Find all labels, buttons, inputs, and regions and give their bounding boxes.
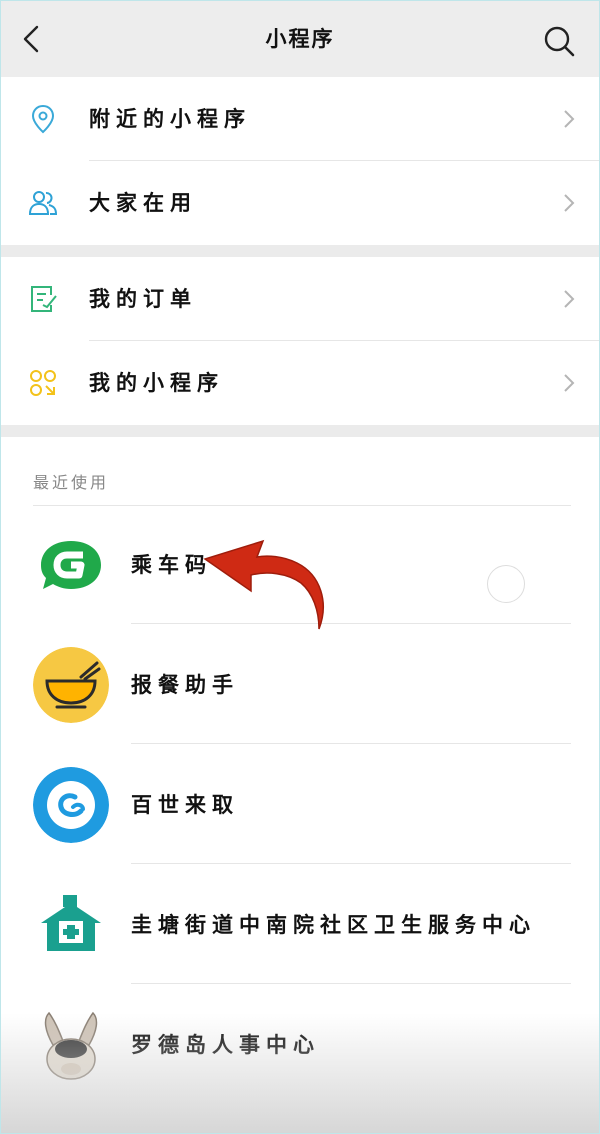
bus-code-app-icon: [41, 541, 101, 589]
app-item-meal-assistant[interactable]: 报餐助手: [1, 625, 599, 745]
section-gap: [1, 245, 599, 257]
top-navigation-bar: 小程序: [1, 1, 599, 77]
menu-label: 附近的小程序: [89, 107, 251, 131]
app-name: 百世来取: [131, 793, 239, 817]
search-icon: [544, 26, 575, 57]
rabbit-avatar-app-icon: [44, 1011, 98, 1080]
menu-item-nearby[interactable]: 附近的小程序: [1, 77, 599, 161]
chevron-right-icon: [564, 110, 575, 128]
location-pin-icon: [31, 104, 55, 134]
people-icon: [28, 191, 58, 215]
divider: [131, 863, 571, 864]
health-center-app-icon: [41, 895, 101, 951]
menu-label: 大家在用: [89, 191, 197, 215]
app-item-best-express[interactable]: 百世来取: [1, 745, 599, 865]
app-name: 乘车码: [131, 553, 212, 577]
divider: [131, 743, 571, 744]
menu-item-my-orders[interactable]: 我的订单: [1, 257, 599, 341]
search-button[interactable]: [539, 21, 579, 61]
mini-programs-icon: [30, 370, 56, 396]
touch-indicator: [487, 565, 525, 603]
chevron-right-icon: [564, 290, 575, 308]
best-express-app-icon: [33, 767, 109, 843]
app-item-rhodes-hr[interactable]: 罗德岛人事中心: [1, 985, 599, 1105]
discover-section: 附近的小程序 大家在用: [1, 77, 599, 245]
my-section: 我的订单 我的小程序: [1, 257, 599, 425]
chevron-right-icon: [564, 374, 575, 392]
divider: [131, 983, 571, 984]
menu-label: 我的小程序: [89, 371, 224, 395]
app-name: 圭塘街道中南院社区卫生服务中心: [131, 913, 536, 937]
menu-label: 我的订单: [89, 287, 197, 311]
section-gap: [1, 425, 599, 437]
menu-item-my-mini-programs[interactable]: 我的小程序: [1, 341, 599, 425]
red-curved-arrow-icon: [203, 539, 324, 630]
recent-used-label: 最近使用: [33, 473, 110, 492]
app-name: 罗德岛人事中心: [131, 1033, 320, 1057]
menu-item-popular[interactable]: 大家在用: [1, 161, 599, 245]
meal-bowl-app-icon: [33, 647, 109, 723]
divider: [131, 623, 571, 624]
app-name: 报餐助手: [131, 673, 239, 697]
app-item-health-center[interactable]: 圭塘街道中南院社区卫生服务中心: [1, 865, 599, 985]
page-title: 小程序: [265, 27, 335, 51]
order-checklist-icon: [31, 286, 57, 312]
chevron-right-icon: [564, 194, 575, 212]
mini-program-screen: 小程序 附近的小程序 大家在用 我的订单 我的小程序 最近使用 乘车码 报餐助手…: [0, 0, 600, 1134]
